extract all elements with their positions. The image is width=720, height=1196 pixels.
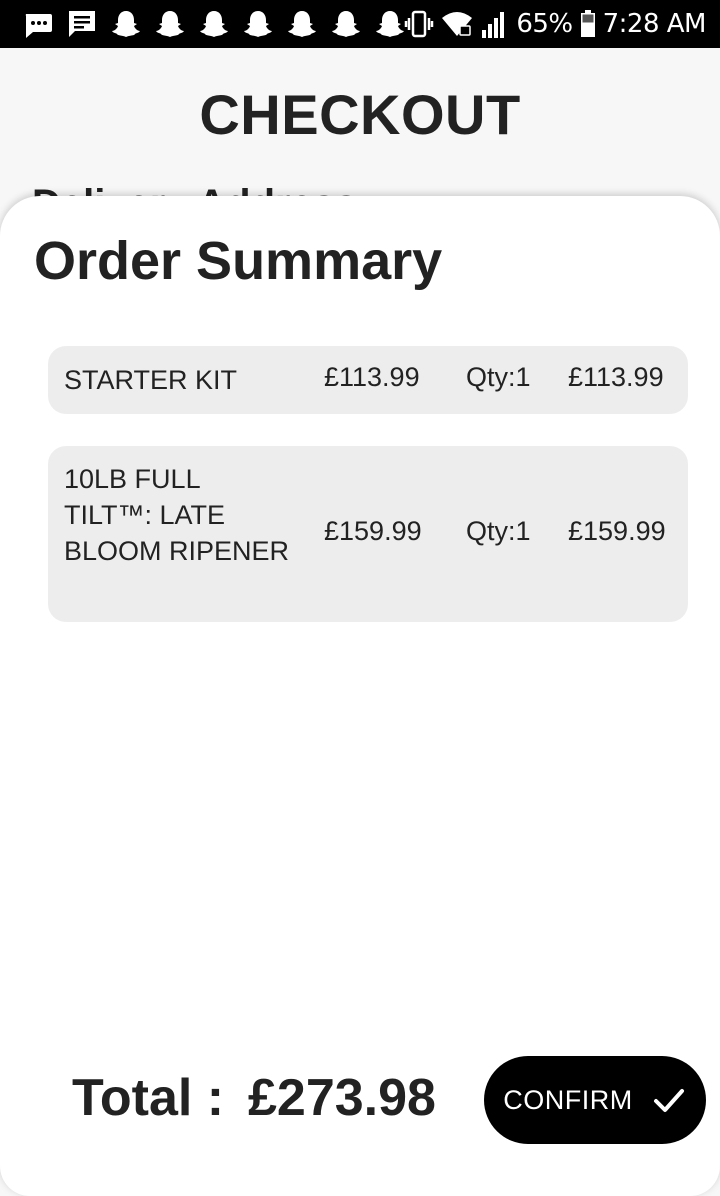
battery-percent: 65% — [516, 9, 573, 39]
item-name: 10LB FULL TILT™: LATE BLOOM RIPENER — [64, 464, 290, 566]
order-summary-title: Order Summary — [34, 231, 443, 291]
order-item-clip: STARTER KIT £113.99 Qty:1 £113.99 — [48, 346, 672, 414]
item-subtotal: £113.99 — [568, 362, 664, 392]
total-amount: £273.98 — [248, 1069, 436, 1127]
order-item-clip: 10LB FULL TILT™: LATE BLOOM RIPENER £159… — [48, 446, 672, 622]
item-quantity: Qty:1 — [466, 362, 531, 392]
status-bar: 65% 7:28 AM — [0, 0, 720, 48]
snapchat-icon — [200, 11, 228, 37]
battery-icon — [580, 10, 595, 37]
page-title: CHECKOUT — [199, 83, 521, 146]
item-subtotal: £159.99 — [568, 516, 666, 546]
item-name: STARTER KIT — [64, 365, 238, 395]
total-label: Total : — [72, 1069, 225, 1127]
signal-icon — [482, 12, 505, 38]
confirm-button[interactable]: CONFIRM — [484, 1056, 706, 1144]
snapchat-icon — [244, 11, 272, 37]
notification-icons — [22, 8, 406, 40]
message-bubble-icon — [25, 14, 52, 38]
order-item: STARTER KIT £113.99 Qty:1 £113.99 — [48, 346, 688, 414]
vibrate-icon — [405, 10, 434, 38]
check-icon — [653, 1089, 684, 1112]
order-summary-sheet: Order Summary STARTER KIT £113.99 Qty:1 … — [0, 196, 720, 1196]
snapchat-icon — [288, 11, 316, 37]
order-item: 10LB FULL TILT™: LATE BLOOM RIPENER £159… — [48, 446, 688, 622]
snapchat-icon — [332, 11, 360, 37]
system-status: 65% 7:28 AM — [404, 6, 707, 42]
chat-icon — [69, 11, 95, 37]
snapchat-icon — [112, 11, 140, 37]
item-quantity: Qty:1 — [466, 516, 531, 546]
clock: 7:28 AM — [602, 9, 707, 39]
item-price: £113.99 — [324, 362, 420, 392]
wifi-icon — [442, 12, 473, 36]
snapchat-icon — [376, 11, 404, 37]
snapchat-icon — [156, 11, 184, 37]
confirm-button-label: CONFIRM — [503, 1084, 633, 1115]
item-price: £159.99 — [324, 516, 422, 546]
